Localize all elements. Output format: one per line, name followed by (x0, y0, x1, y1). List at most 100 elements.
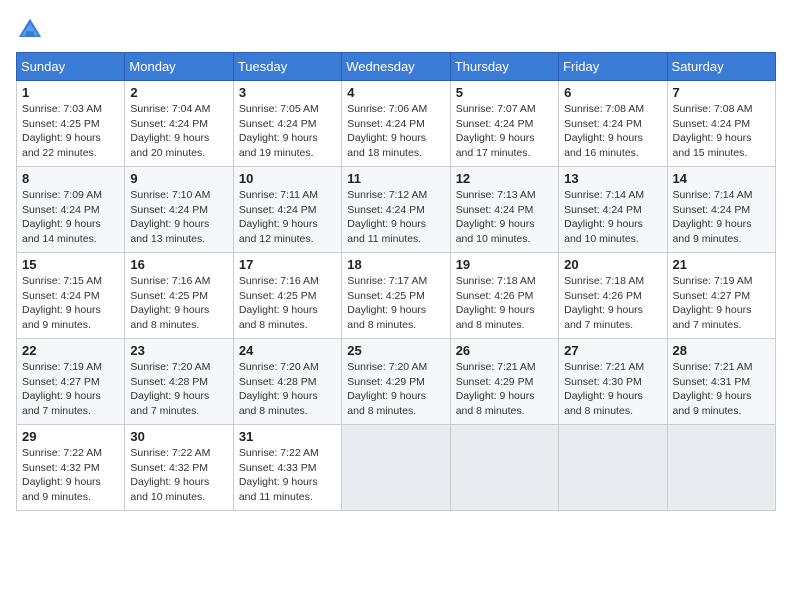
calendar-cell: 4 Sunrise: 7:06 AM Sunset: 4:24 PM Dayli… (342, 81, 450, 167)
sunrise-label: Sunrise: 7:18 AM (456, 275, 536, 287)
sunrise-label: Sunrise: 7:16 AM (130, 275, 210, 287)
daylight-label: Daylight: 9 hours and 9 minutes. (673, 390, 752, 417)
daylight-label: Daylight: 9 hours and 22 minutes. (22, 132, 101, 159)
sunrise-label: Sunrise: 7:09 AM (22, 189, 102, 201)
calendar-week-4: 22 Sunrise: 7:19 AM Sunset: 4:27 PM Dayl… (17, 339, 776, 425)
calendar-week-1: 1 Sunrise: 7:03 AM Sunset: 4:25 PM Dayli… (17, 81, 776, 167)
sunrise-label: Sunrise: 7:11 AM (239, 189, 318, 201)
sunrise-label: Sunrise: 7:05 AM (239, 103, 319, 115)
day-detail: Sunrise: 7:04 AM Sunset: 4:24 PM Dayligh… (130, 102, 227, 161)
day-number: 11 (347, 171, 444, 186)
day-number: 26 (456, 343, 553, 358)
sunrise-label: Sunrise: 7:22 AM (22, 447, 102, 459)
sunset-label: Sunset: 4:24 PM (456, 204, 534, 216)
sunrise-label: Sunrise: 7:20 AM (239, 361, 319, 373)
day-detail: Sunrise: 7:14 AM Sunset: 4:24 PM Dayligh… (564, 188, 661, 247)
sunrise-label: Sunrise: 7:19 AM (673, 275, 753, 287)
daylight-label: Daylight: 9 hours and 17 minutes. (456, 132, 535, 159)
sunset-label: Sunset: 4:24 PM (347, 118, 425, 130)
day-number: 31 (239, 429, 336, 444)
day-detail: Sunrise: 7:16 AM Sunset: 4:25 PM Dayligh… (130, 274, 227, 333)
calendar-cell: 10 Sunrise: 7:11 AM Sunset: 4:24 PM Dayl… (233, 167, 341, 253)
sunset-label: Sunset: 4:30 PM (564, 376, 642, 388)
calendar-cell: 28 Sunrise: 7:21 AM Sunset: 4:31 PM Dayl… (667, 339, 775, 425)
calendar-cell: 20 Sunrise: 7:18 AM Sunset: 4:26 PM Dayl… (559, 253, 667, 339)
calendar-cell: 31 Sunrise: 7:22 AM Sunset: 4:33 PM Dayl… (233, 425, 341, 511)
daylight-label: Daylight: 9 hours and 16 minutes. (564, 132, 643, 159)
daylight-label: Daylight: 9 hours and 15 minutes. (673, 132, 752, 159)
day-number: 10 (239, 171, 336, 186)
day-detail: Sunrise: 7:22 AM Sunset: 4:32 PM Dayligh… (22, 446, 119, 505)
daylight-label: Daylight: 9 hours and 10 minutes. (564, 218, 643, 245)
day-number: 8 (22, 171, 119, 186)
day-number: 13 (564, 171, 661, 186)
calendar-cell: 8 Sunrise: 7:09 AM Sunset: 4:24 PM Dayli… (17, 167, 125, 253)
day-detail: Sunrise: 7:07 AM Sunset: 4:24 PM Dayligh… (456, 102, 553, 161)
daylight-label: Daylight: 9 hours and 7 minutes. (130, 390, 209, 417)
sunset-label: Sunset: 4:29 PM (347, 376, 425, 388)
sunset-label: Sunset: 4:26 PM (564, 290, 642, 302)
day-detail: Sunrise: 7:05 AM Sunset: 4:24 PM Dayligh… (239, 102, 336, 161)
calendar-body: 1 Sunrise: 7:03 AM Sunset: 4:25 PM Dayli… (17, 81, 776, 511)
day-detail: Sunrise: 7:10 AM Sunset: 4:24 PM Dayligh… (130, 188, 227, 247)
calendar-cell: 16 Sunrise: 7:16 AM Sunset: 4:25 PM Dayl… (125, 253, 233, 339)
sunset-label: Sunset: 4:24 PM (564, 118, 642, 130)
daylight-label: Daylight: 9 hours and 11 minutes. (239, 476, 318, 503)
daylight-label: Daylight: 9 hours and 19 minutes. (239, 132, 318, 159)
calendar-week-2: 8 Sunrise: 7:09 AM Sunset: 4:24 PM Dayli… (17, 167, 776, 253)
sunrise-label: Sunrise: 7:18 AM (564, 275, 644, 287)
daylight-label: Daylight: 9 hours and 8 minutes. (456, 390, 535, 417)
calendar-cell: 27 Sunrise: 7:21 AM Sunset: 4:30 PM Dayl… (559, 339, 667, 425)
day-detail: Sunrise: 7:20 AM Sunset: 4:29 PM Dayligh… (347, 360, 444, 419)
day-detail: Sunrise: 7:21 AM Sunset: 4:29 PM Dayligh… (456, 360, 553, 419)
sunrise-label: Sunrise: 7:06 AM (347, 103, 427, 115)
day-number: 21 (673, 257, 770, 272)
sunset-label: Sunset: 4:32 PM (22, 462, 100, 474)
daylight-label: Daylight: 9 hours and 10 minutes. (130, 476, 209, 503)
daylight-label: Daylight: 9 hours and 8 minutes. (456, 304, 535, 331)
day-detail: Sunrise: 7:19 AM Sunset: 4:27 PM Dayligh… (673, 274, 770, 333)
day-detail: Sunrise: 7:22 AM Sunset: 4:32 PM Dayligh… (130, 446, 227, 505)
day-number: 17 (239, 257, 336, 272)
daylight-label: Daylight: 9 hours and 9 minutes. (673, 218, 752, 245)
calendar-cell: 24 Sunrise: 7:20 AM Sunset: 4:28 PM Dayl… (233, 339, 341, 425)
sunset-label: Sunset: 4:24 PM (239, 118, 317, 130)
sunset-label: Sunset: 4:27 PM (22, 376, 100, 388)
calendar-cell (667, 425, 775, 511)
logo (16, 16, 48, 44)
calendar-cell: 21 Sunrise: 7:19 AM Sunset: 4:27 PM Dayl… (667, 253, 775, 339)
day-detail: Sunrise: 7:16 AM Sunset: 4:25 PM Dayligh… (239, 274, 336, 333)
day-number: 19 (456, 257, 553, 272)
calendar-cell: 26 Sunrise: 7:21 AM Sunset: 4:29 PM Dayl… (450, 339, 558, 425)
calendar-cell: 9 Sunrise: 7:10 AM Sunset: 4:24 PM Dayli… (125, 167, 233, 253)
calendar-table: SundayMondayTuesdayWednesdayThursdayFrid… (16, 52, 776, 511)
daylight-label: Daylight: 9 hours and 8 minutes. (347, 304, 426, 331)
sunrise-label: Sunrise: 7:20 AM (130, 361, 210, 373)
day-detail: Sunrise: 7:22 AM Sunset: 4:33 PM Dayligh… (239, 446, 336, 505)
day-number: 29 (22, 429, 119, 444)
calendar-cell (342, 425, 450, 511)
sunrise-label: Sunrise: 7:03 AM (22, 103, 102, 115)
sunset-label: Sunset: 4:33 PM (239, 462, 317, 474)
calendar-cell: 12 Sunrise: 7:13 AM Sunset: 4:24 PM Dayl… (450, 167, 558, 253)
sunrise-label: Sunrise: 7:15 AM (22, 275, 102, 287)
calendar-cell: 29 Sunrise: 7:22 AM Sunset: 4:32 PM Dayl… (17, 425, 125, 511)
day-number: 1 (22, 85, 119, 100)
sunrise-label: Sunrise: 7:21 AM (456, 361, 536, 373)
sunrise-label: Sunrise: 7:22 AM (239, 447, 319, 459)
weekday-header-thursday: Thursday (450, 53, 558, 81)
day-number: 23 (130, 343, 227, 358)
sunrise-label: Sunrise: 7:17 AM (347, 275, 427, 287)
day-detail: Sunrise: 7:09 AM Sunset: 4:24 PM Dayligh… (22, 188, 119, 247)
day-detail: Sunrise: 7:08 AM Sunset: 4:24 PM Dayligh… (673, 102, 770, 161)
calendar-header: SundayMondayTuesdayWednesdayThursdayFrid… (17, 53, 776, 81)
calendar-cell: 23 Sunrise: 7:20 AM Sunset: 4:28 PM Dayl… (125, 339, 233, 425)
day-detail: Sunrise: 7:12 AM Sunset: 4:24 PM Dayligh… (347, 188, 444, 247)
weekday-header-friday: Friday (559, 53, 667, 81)
sunrise-label: Sunrise: 7:20 AM (347, 361, 427, 373)
sunrise-label: Sunrise: 7:22 AM (130, 447, 210, 459)
calendar-cell: 11 Sunrise: 7:12 AM Sunset: 4:24 PM Dayl… (342, 167, 450, 253)
sunrise-label: Sunrise: 7:12 AM (347, 189, 427, 201)
sunset-label: Sunset: 4:27 PM (673, 290, 751, 302)
sunset-label: Sunset: 4:31 PM (673, 376, 751, 388)
